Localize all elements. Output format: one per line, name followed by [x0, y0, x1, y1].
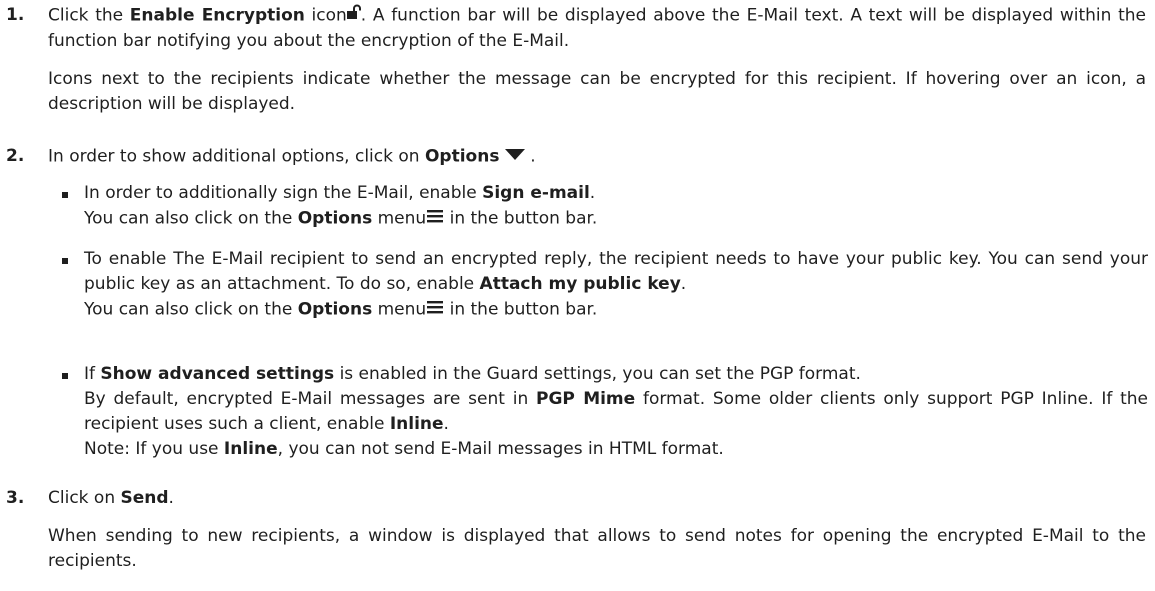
bullet-marker — [62, 258, 68, 264]
ui-term: Show advanced settings — [100, 364, 335, 384]
text: is enabled in the Guard settings, you ca… — [334, 364, 861, 384]
ui-term: Inline — [223, 439, 278, 459]
text: , you can not send E-Mail messages in HT… — [277, 439, 724, 459]
step-2-paragraph: In order to show additional options, cli… — [48, 144, 1146, 170]
caret-down-icon — [504, 144, 525, 169]
ui-term: Options — [297, 299, 373, 320]
ui-term: Enable Encryption — [129, 5, 305, 26]
text: Click the — [48, 5, 130, 26]
ui-term: PGP Mime — [536, 389, 636, 409]
text: In order to additionally sign the E-Mail… — [84, 183, 483, 203]
text: . — [680, 274, 687, 294]
hamburger-menu-icon — [426, 297, 444, 322]
instructions: 1. Click the Enable Encryption icon. A f… — [0, 0, 1155, 591]
text: . — [524, 146, 536, 167]
step-number: 2. — [6, 146, 25, 166]
bullet-marker — [62, 373, 68, 379]
step-1-note: Icons next to the recipients indicate wh… — [48, 69, 1146, 114]
ui-term: Options — [297, 208, 373, 229]
ui-term: Inline — [389, 414, 444, 434]
ui-term: Send — [120, 488, 169, 508]
text: Note: If you use — [84, 439, 224, 459]
ui-term: Sign e-mail — [482, 183, 590, 203]
text: . — [589, 183, 596, 203]
text: By default, encrypted E-Mail messages ar… — [84, 389, 537, 409]
step-number: 1. — [6, 5, 25, 25]
hamburger-menu-icon — [426, 206, 444, 231]
text: In order to show additional options, cli… — [48, 146, 425, 167]
bullet-1: In order to additionally sign the E-Mail… — [84, 181, 1148, 232]
text: Click on — [48, 488, 121, 508]
text: . — [443, 414, 449, 434]
text: in the button bar. — [444, 208, 598, 229]
ui-term: Attach my public key — [479, 274, 681, 294]
bullet-2: To enable The E-Mail recipient to send a… — [84, 247, 1148, 323]
step-number: 3. — [6, 488, 25, 508]
step-1-paragraph: Click the Enable Encryption icon. A func… — [48, 3, 1146, 54]
text: If — [84, 364, 101, 384]
ui-term: Options — [424, 146, 500, 167]
step-3-paragraph: Click on Send. — [48, 486, 1146, 511]
text: . — [168, 488, 174, 508]
text: You can also click on the — [84, 208, 298, 229]
text: in the button bar. — [444, 299, 598, 320]
text: menu — [372, 299, 427, 320]
text: You can also click on the — [84, 299, 298, 320]
unlocked-padlock-icon — [346, 3, 361, 28]
bullet-3: If Show advanced settings is enabled in … — [84, 362, 1148, 462]
text: menu — [372, 208, 427, 229]
text: icon — [304, 5, 347, 26]
bullet-marker — [62, 192, 68, 198]
step-3-note: When sending to new recipients, a window… — [48, 526, 1146, 571]
